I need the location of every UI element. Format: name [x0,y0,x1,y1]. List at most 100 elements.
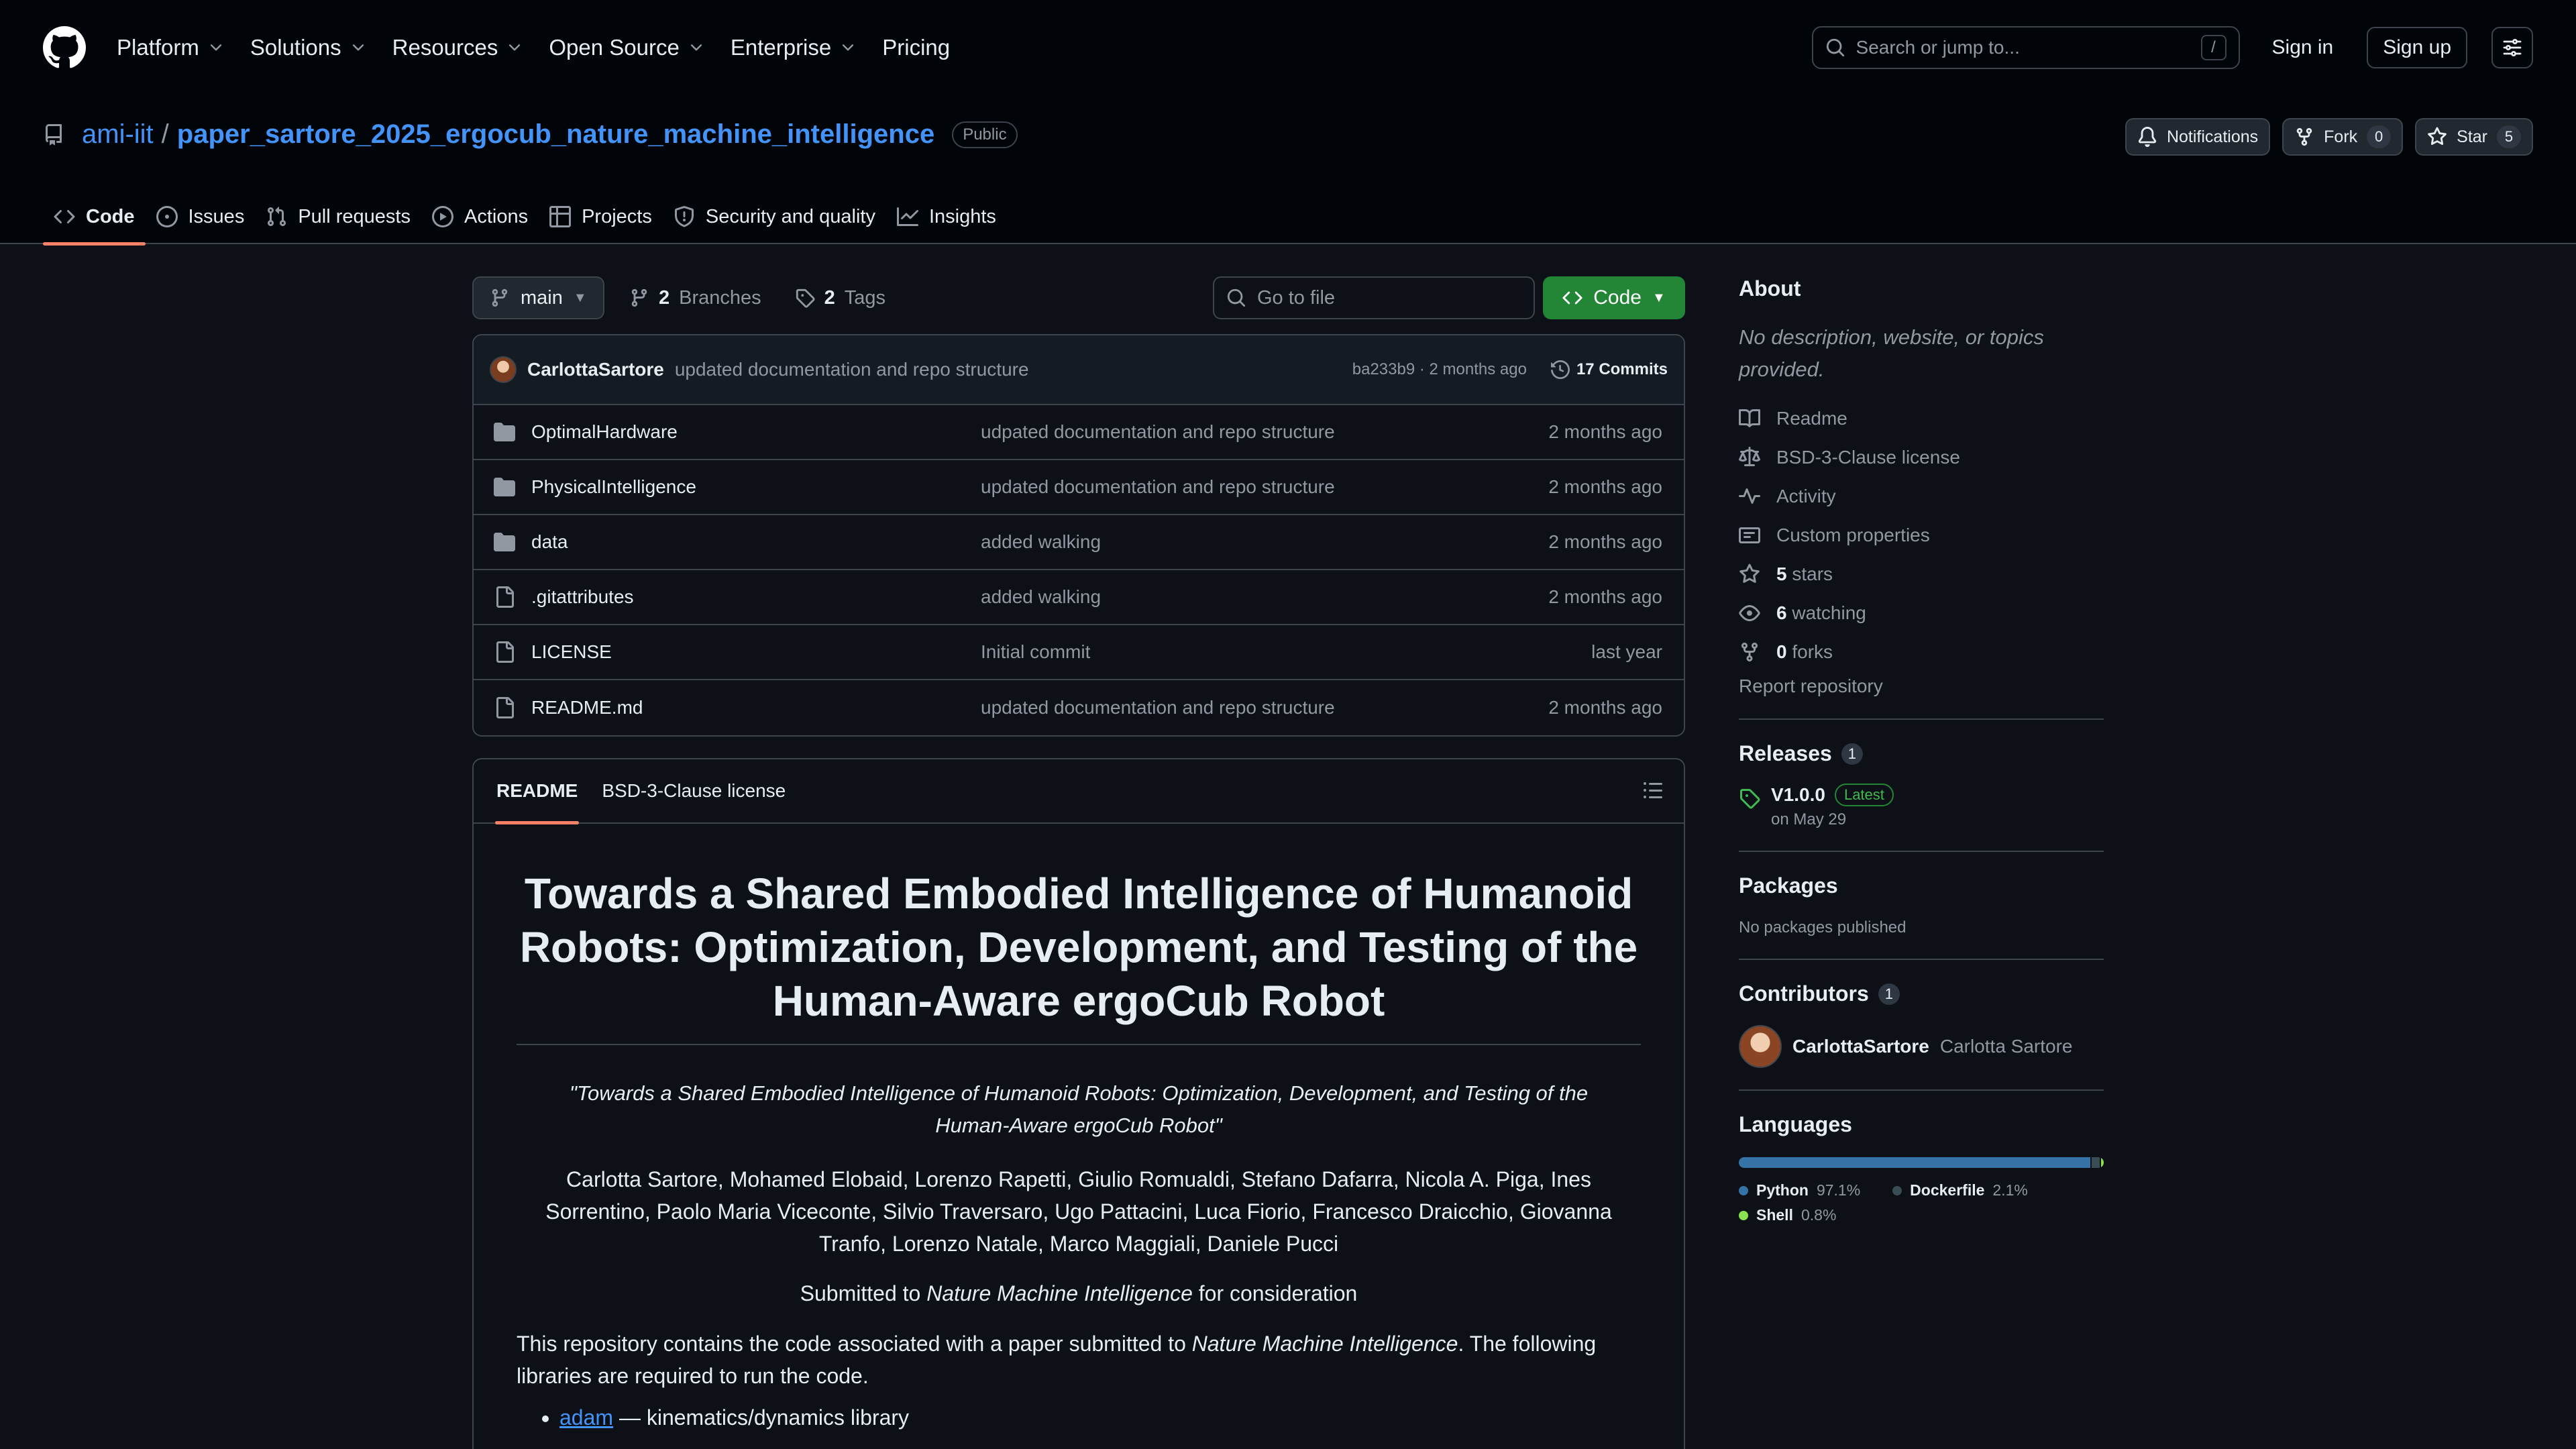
releases-heading[interactable]: Releases 1 [1739,741,2104,766]
language-item[interactable]: Python 97.1% [1739,1181,1860,1199]
search-input[interactable]: Search or jump to... / [1811,26,2240,69]
file-row[interactable]: OptimalHardware udpated documentation an… [474,405,1684,460]
language-item[interactable]: Shell 0.8% [1739,1206,2104,1224]
fork-button[interactable]: Fork 0 [2282,118,2404,156]
about-activity-link[interactable]: Activity [1739,477,2104,516]
about-custom-properties-link[interactable]: Custom properties [1739,516,2104,555]
nav-solutions[interactable]: Solutions [250,35,367,60]
avatar[interactable] [490,356,517,383]
header-actions: Search or jump to... / Sign in Sign up [1811,26,2533,69]
tab-issues-label: Issues [188,205,245,227]
contributors-heading[interactable]: Contributors 1 [1739,981,2104,1006]
about-watching-link[interactable]: 6 watching [1739,594,2104,633]
commits-history-link[interactable]: 17 Commits [1550,360,1668,379]
packages-empty-text: No packages published [1739,918,1907,936]
about-readme-link[interactable]: Readme [1739,399,2104,438]
contributor-login[interactable]: CarlottaSartore [1792,1036,1929,1057]
sign-up-button[interactable]: Sign up [2367,27,2467,68]
commit-message-link[interactable]: updated documentation and repo structure [675,359,1029,380]
branches-count: 2 [659,286,670,309]
about-license-link[interactable]: BSD-3-Clause license [1739,438,2104,477]
table-icon [549,206,572,227]
github-logo-icon[interactable] [43,26,86,69]
about-license-label: BSD-3-Clause license [1776,447,1960,468]
file-row[interactable]: README.md updated documentation and repo… [474,680,1684,735]
file-commit-message[interactable]: added walking [981,586,1101,608]
tab-security[interactable]: Security and quality [663,189,886,244]
outline-button[interactable] [1642,780,1664,801]
settings-menu-button[interactable] [2491,27,2533,68]
issue-opened-icon [156,206,178,227]
submitted-journal: Nature Machine Intelligence [926,1281,1193,1305]
divider [1739,1089,2104,1091]
readme-dependency-list: adam — kinematics/dynamics library [517,1405,1641,1430]
file-name-link[interactable]: OptimalHardware [531,421,981,443]
nav-resources[interactable]: Resources [392,35,524,60]
notifications-button[interactable]: Notifications [2125,118,2271,156]
file-commit-message[interactable]: updated documentation and repo structure [981,697,1335,718]
languages-heading: Languages [1739,1112,2104,1137]
history-icon [1550,360,1570,379]
file-row[interactable]: .gitattributes added walking 2 months ag… [474,570,1684,625]
release-item[interactable]: V1.0.0 Latest on May 29 [1739,784,2104,829]
about-stars-link[interactable]: 5 stars [1739,555,2104,594]
star-button[interactable]: Star 5 [2415,118,2533,156]
repo-actions: Notifications Fork 0 Star 5 [2125,118,2533,156]
tab-issues[interactable]: Issues [146,189,256,244]
main-content: main ▼ 2 Branches 2 Tags Go to file Code… [472,244,1685,1449]
tab-insights[interactable]: Insights [886,189,1007,244]
language-bar-segment [1739,1157,2091,1168]
file-name-link[interactable]: .gitattributes [531,586,981,608]
tab-code[interactable]: Code [43,189,146,246]
branch-selector[interactable]: main ▼ [472,276,604,319]
file-row[interactable]: LICENSE Initial commit last year [474,625,1684,680]
chevron-down-icon [843,44,854,51]
tags-link[interactable]: 2 Tags [795,287,885,309]
tab-license[interactable]: BSD-3-Clause license [590,759,798,823]
readme-body: Towards a Shared Embodied Intelligence o… [474,824,1684,1430]
packages-heading[interactable]: Packages [1739,873,2104,898]
tab-readme[interactable]: README [484,759,590,824]
nav-platform[interactable]: Platform [117,35,225,60]
contributor-item[interactable]: CarlottaSartore Carlotta Sartore [1739,1025,2104,1068]
nav-open-source[interactable]: Open Source [549,35,704,60]
file-row[interactable]: data added walking 2 months ago [474,515,1684,570]
avatar[interactable] [1739,1025,1782,1068]
repo-name-link[interactable]: paper_sartore_2025_ergocub_nature_machin… [177,119,934,150]
file-row[interactable]: PhysicalIntelligence updated documentati… [474,460,1684,515]
stars-count: 5 [1776,564,1787,584]
tab-actions[interactable]: Actions [421,189,539,244]
file-commit-message[interactable]: udpated documentation and repo structure [981,421,1335,443]
file-name-link[interactable]: data [531,531,981,553]
commit-meta[interactable]: ba233b9 · 2 months ago [1352,360,1527,379]
nav-pricing[interactable]: Pricing [882,35,950,60]
tab-projects[interactable]: Projects [539,189,663,244]
file-name-link[interactable]: PhysicalIntelligence [531,476,981,498]
submitted-suffix: for consideration [1192,1281,1358,1305]
about-forks-text: 0 forks [1776,641,1833,663]
repo-owner-link[interactable]: ami-iit [82,119,154,150]
note-icon [1739,527,1760,543]
adam-link[interactable]: adam [559,1405,613,1430]
sign-in-link[interactable]: Sign in [2272,36,2334,59]
file-name-link[interactable]: README.md [531,697,981,718]
chevron-down-icon [690,44,702,51]
go-to-file-input[interactable]: Go to file [1213,276,1535,319]
file-commit-message[interactable]: Initial commit [981,641,1090,663]
branches-link[interactable]: 2 Branches [629,287,761,309]
tab-pull-requests[interactable]: Pull requests [255,189,421,244]
about-forks-link[interactable]: 0 forks [1739,633,2104,672]
commit-author-link[interactable]: CarlottaSartore [527,359,664,380]
language-item[interactable]: Dockerfile 2.1% [1892,1181,2028,1199]
releases-count: 1 [1841,743,1864,765]
report-repository-link[interactable]: Report repository [1739,676,2104,697]
file-commit-message[interactable]: added walking [981,531,1101,553]
file-icon [496,697,514,718]
file-date: 2 months ago [1548,586,1662,607]
readme-submitted: Submitted to Nature Machine Intelligence… [517,1281,1641,1306]
code-dropdown-button[interactable]: Code ▼ [1543,276,1685,319]
file-name-link[interactable]: LICENSE [531,641,981,663]
about-stars-text: 5 stars [1776,564,1833,585]
nav-enterprise[interactable]: Enterprise [731,35,857,60]
file-commit-message[interactable]: updated documentation and repo structure [981,476,1335,498]
